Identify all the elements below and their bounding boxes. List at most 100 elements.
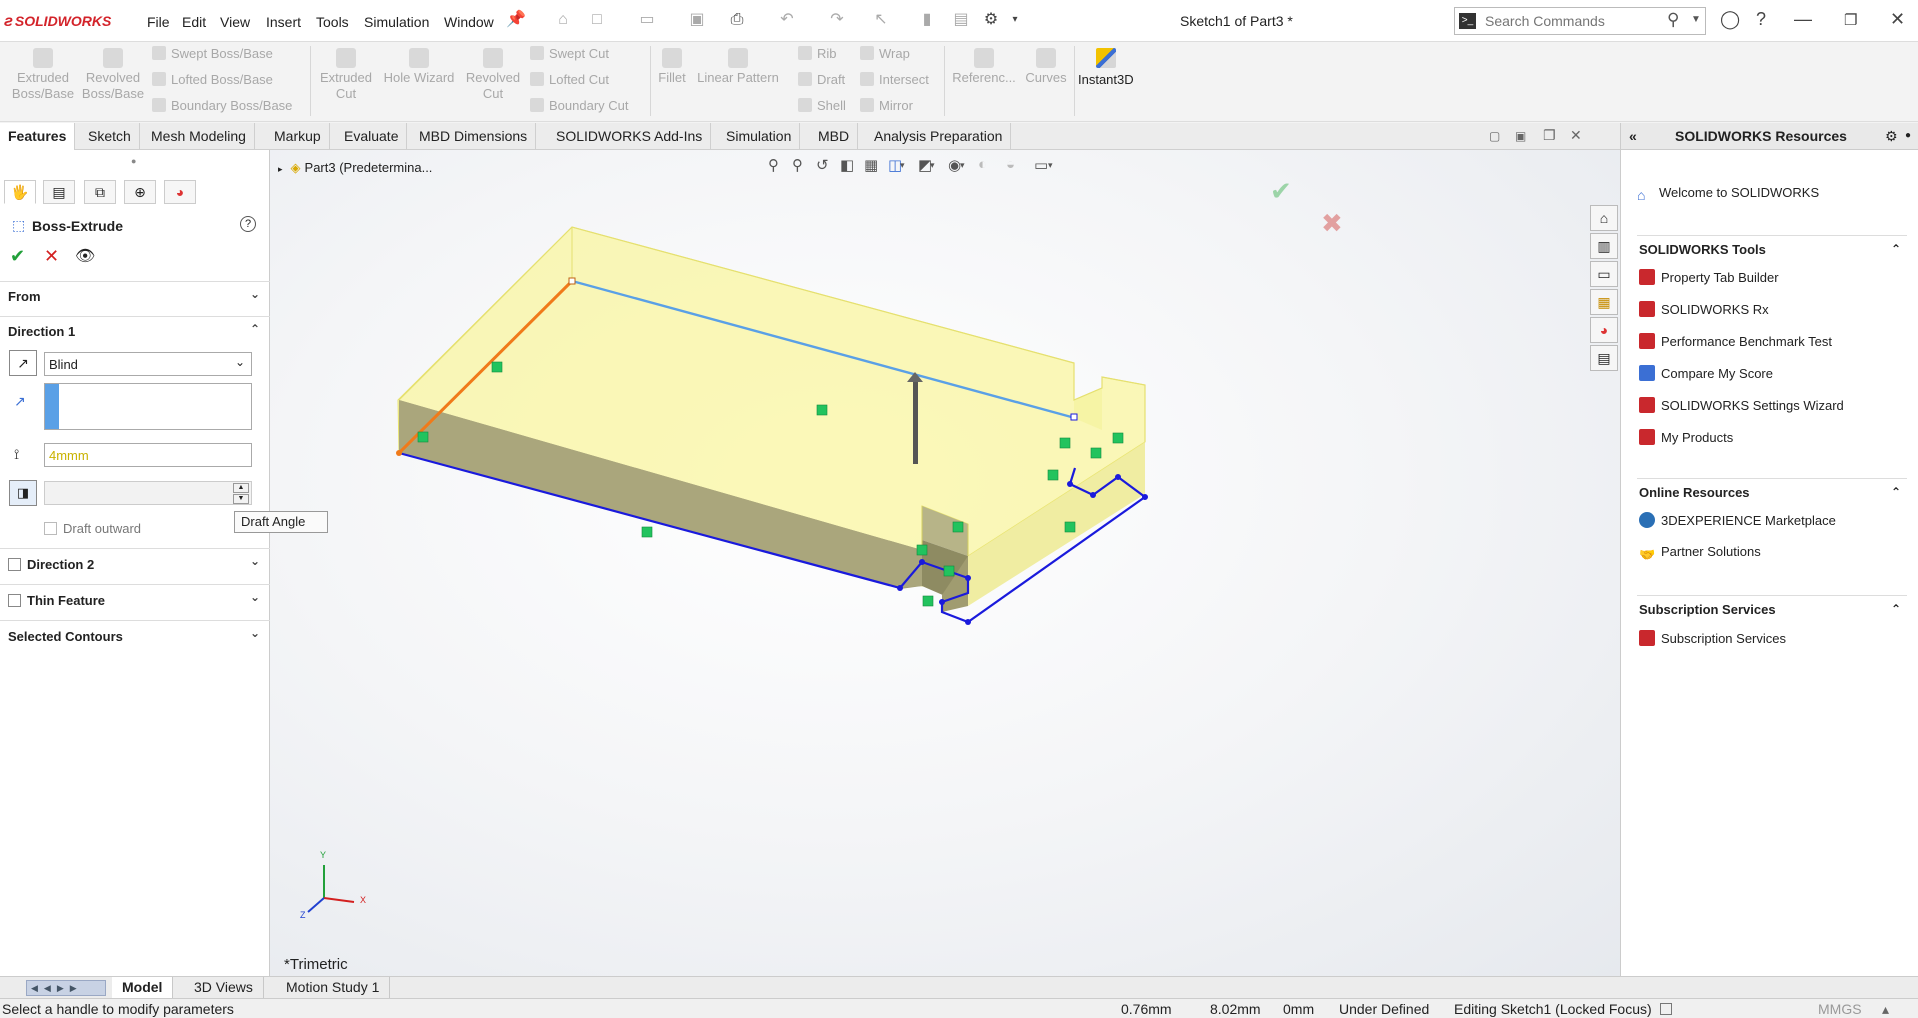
- menu-edit[interactable]: Edit: [182, 14, 206, 30]
- tab-simulation[interactable]: Simulation: [718, 123, 801, 150]
- dimxpert-tab-icon[interactable]: ⊕: [124, 180, 156, 204]
- depth-input[interactable]: [44, 443, 252, 467]
- origin-relation-icon[interactable]: [417, 431, 429, 443]
- linear-pattern-button[interactable]: Linear Pattern: [694, 48, 782, 86]
- open-icon[interactable]: ▭: [636, 9, 658, 31]
- tab-sketch[interactable]: Sketch: [80, 123, 140, 150]
- select-icon[interactable]: ↖: [870, 9, 892, 31]
- link-compare-my-score[interactable]: Compare My Score: [1639, 365, 1773, 381]
- viewport-split-icon[interactable]: ▣: [1515, 129, 1526, 143]
- instant3d-button[interactable]: Instant3D: [1078, 48, 1134, 87]
- restore-icon[interactable]: ❐: [1844, 11, 1857, 29]
- menu-view[interactable]: View: [220, 14, 250, 30]
- link-3dexperience-marketplace[interactable]: 3DEXPERIENCE Marketplace: [1639, 512, 1836, 528]
- menu-simulation[interactable]: Simulation: [364, 14, 429, 30]
- rebuild-status-icon[interactable]: [1660, 1003, 1672, 1015]
- tab-mbd[interactable]: MBD: [810, 123, 859, 150]
- group-title[interactable]: Online Resources ⌃: [1637, 479, 1907, 506]
- vertex[interactable]: [939, 599, 945, 605]
- link-property-tab-builder[interactable]: Property Tab Builder: [1639, 269, 1779, 285]
- tab-mbd-dimensions[interactable]: MBD Dimensions: [411, 123, 537, 150]
- draft-on-off-icon[interactable]: ◨: [9, 480, 37, 506]
- section-direction-2[interactable]: Direction 2 ⌄: [0, 548, 270, 578]
- vertex[interactable]: [1067, 481, 1073, 487]
- cancel-x-icon[interactable]: ✕: [44, 246, 59, 267]
- view-palette-icon[interactable]: ▦: [1590, 289, 1618, 315]
- horizontal-relation-icon[interactable]: [922, 595, 934, 607]
- ok-check-icon[interactable]: ✔: [10, 246, 25, 267]
- lofted-cut-button[interactable]: Lofted Cut: [530, 72, 609, 87]
- user-icon[interactable]: ◯: [1720, 9, 1740, 30]
- wrap-button[interactable]: Wrap: [860, 46, 910, 61]
- tab-evaluate[interactable]: Evaluate: [336, 123, 408, 150]
- group-title[interactable]: Subscription Services ⌃: [1637, 596, 1907, 623]
- welcome-link[interactable]: ⌂ Welcome to SOLIDWORKS: [1637, 185, 1819, 203]
- viewport-restore-icon[interactable]: ❐: [1543, 127, 1556, 144]
- save-icon[interactable]: ▣: [686, 9, 708, 31]
- hole-wizard-button[interactable]: Hole Wizard: [378, 48, 460, 86]
- vertex[interactable]: [1070, 413, 1078, 421]
- rib-button[interactable]: Rib: [798, 46, 837, 61]
- redo-icon[interactable]: ↷: [826, 9, 848, 31]
- viewport-close-icon[interactable]: ✕: [1570, 127, 1582, 144]
- tab-features[interactable]: Features: [0, 123, 76, 150]
- pin-icon[interactable]: ●: [1905, 123, 1911, 149]
- boundary-cut-button[interactable]: Boundary Cut: [530, 98, 629, 113]
- confirm-cancel-icon[interactable]: ✖: [1321, 209, 1343, 239]
- checkbox[interactable]: [8, 594, 21, 607]
- section-direction-1[interactable]: Direction 1 ⌃: [0, 316, 270, 344]
- section-selected-contours[interactable]: Selected Contours ⌄: [0, 620, 270, 650]
- custom-properties-icon[interactable]: ▤: [1590, 345, 1618, 371]
- horizontal-relation-icon[interactable]: [952, 521, 964, 533]
- horizontal-relation-icon[interactable]: [641, 526, 653, 538]
- swept-cut-button[interactable]: Swept Cut: [530, 46, 609, 61]
- preview-eye-icon[interactable]: 👁: [75, 246, 95, 266]
- shell-button[interactable]: Shell: [798, 98, 846, 113]
- tab-mesh-modeling[interactable]: Mesh Modeling: [143, 123, 255, 150]
- boundary-boss-button[interactable]: Boundary Boss/Base: [152, 98, 292, 113]
- extruded-boss-button[interactable]: Extruded Boss/Base: [6, 48, 80, 102]
- menu-window[interactable]: Window: [444, 14, 494, 30]
- confirm-ok-icon[interactable]: ✔: [1270, 177, 1292, 207]
- tab-markup[interactable]: Markup: [266, 123, 330, 150]
- vertex[interactable]: [1090, 492, 1096, 498]
- tab-3d-views[interactable]: 3D Views: [184, 977, 264, 999]
- vertical-relation-icon[interactable]: [1090, 447, 1102, 459]
- link-my-products[interactable]: My Products: [1639, 429, 1733, 445]
- horizontal-relation-icon[interactable]: [816, 404, 828, 416]
- group-title[interactable]: SOLIDWORKS Tools ⌃: [1637, 236, 1907, 263]
- appearances-icon[interactable]: ◕: [1590, 317, 1618, 343]
- close-icon[interactable]: ✕: [1890, 9, 1905, 30]
- end-condition-select[interactable]: Blind ⌄: [44, 352, 252, 376]
- vertex[interactable]: [965, 575, 971, 581]
- vertical-relation-icon[interactable]: [1064, 521, 1076, 533]
- minimize-icon[interactable]: —: [1794, 9, 1812, 30]
- tab-motion-study-1[interactable]: Motion Study 1: [276, 977, 391, 999]
- vertex[interactable]: [965, 619, 971, 625]
- viewport-tile-icon[interactable]: ▢: [1489, 129, 1500, 143]
- vertical-relation-icon[interactable]: [916, 544, 928, 556]
- spin-down-icon[interactable]: ▼: [233, 494, 249, 504]
- intersect-button[interactable]: Intersect: [860, 72, 929, 87]
- tab-model[interactable]: Model: [112, 977, 174, 999]
- reverse-direction-icon[interactable]: ↗: [9, 350, 37, 376]
- checkbox[interactable]: [8, 558, 21, 571]
- options-gear-icon[interactable]: ⚙: [980, 9, 1002, 31]
- vertex[interactable]: [1115, 474, 1121, 480]
- link-solidworks-rx[interactable]: SOLIDWORKS Rx: [1639, 301, 1769, 317]
- vertex[interactable]: [396, 450, 402, 456]
- feature-manager-tab-icon[interactable]: 🖐: [4, 180, 36, 204]
- draft-button[interactable]: Draft: [798, 72, 845, 87]
- vertical-relation-icon[interactable]: [491, 361, 503, 373]
- pin-icon[interactable]: 📌: [505, 9, 527, 31]
- spin-up-icon[interactable]: ▲: [233, 483, 249, 493]
- undo-icon[interactable]: ↶: [776, 9, 798, 31]
- search-dropdown-icon[interactable]: ▼: [1691, 14, 1701, 25]
- home-icon[interactable]: ⌂: [552, 9, 574, 31]
- unit-dropdown-icon[interactable]: ▴: [1882, 1001, 1889, 1018]
- new-document-icon[interactable]: □: [586, 9, 608, 31]
- horizontal-relation-icon[interactable]: [1112, 432, 1124, 444]
- link-subscription-services[interactable]: Subscription Services: [1639, 630, 1786, 646]
- vertical-relation-icon[interactable]: [943, 565, 955, 577]
- mirror-button[interactable]: Mirror: [860, 98, 913, 113]
